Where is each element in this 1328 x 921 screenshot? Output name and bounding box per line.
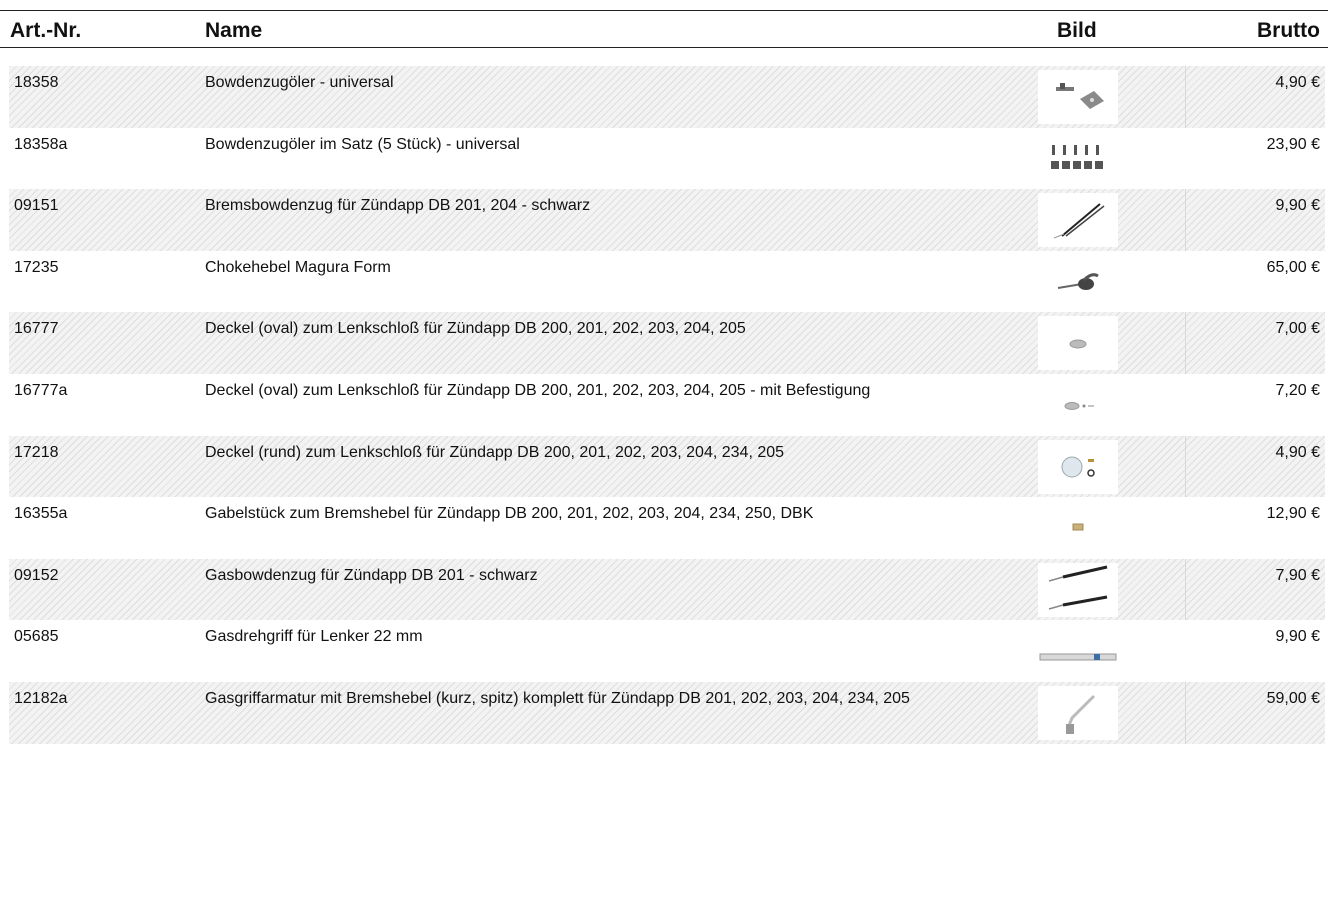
product-price: 4,90 € (1275, 443, 1320, 461)
product-price: 65,00 € (1266, 258, 1320, 276)
article-number: 16777 (14, 320, 59, 338)
product-name[interactable]: Deckel (oval) zum Lenkschloß für Zündapp… (205, 381, 965, 400)
product-name[interactable]: Gasgriffarmatur mit Bremshebel (kurz, sp… (205, 689, 965, 708)
price-list-page: Art.-Nr. Name Bild Brutto 18358 Bowdenzu… (0, 0, 1328, 921)
article-number: 16777a (14, 381, 68, 399)
product-price: 7,90 € (1275, 566, 1320, 584)
header-art-nr: Art.-Nr. (10, 19, 82, 42)
product-price: 12,90 € (1266, 505, 1320, 523)
table-row: 16777 Deckel (oval) zum Lenkschloß für Z… (9, 312, 1325, 374)
header-name: Name (205, 19, 263, 42)
table-row: 18358a Bowdenzugöler im Satz (5 Stück) -… (9, 128, 1325, 190)
product-price: 23,90 € (1266, 135, 1320, 153)
fork-piece-thumbnail[interactable] (1038, 501, 1118, 555)
article-number: 12182a (14, 689, 68, 707)
article-number: 17235 (14, 258, 59, 276)
cable-oiler-set-thumbnail[interactable] (1038, 132, 1118, 186)
choke-lever-thumbnail[interactable] (1038, 255, 1118, 309)
table-header: Art.-Nr. Name Bild Brutto (0, 10, 1328, 48)
product-name[interactable]: Deckel (rund) zum Lenkschloß für Zündapp… (205, 443, 965, 462)
table-row: 16777a Deckel (oval) zum Lenkschloß für … (9, 374, 1325, 436)
column-divider (1185, 558, 1186, 621)
column-divider (1185, 312, 1186, 374)
product-name[interactable]: Deckel (oval) zum Lenkschloß für Zündapp… (205, 319, 965, 338)
product-table: 18358 Bowdenzugöler - universal 4,90 € 1… (9, 66, 1325, 744)
table-row: 09151 Bremsbowdenzug für Zündapp DB 201,… (9, 189, 1325, 251)
article-number: 17218 (14, 443, 59, 461)
column-divider (1185, 189, 1186, 251)
oval-cover-with-fixing-thumbnail[interactable] (1038, 378, 1118, 432)
table-row: 17235 Chokehebel Magura Form 65,00 € (9, 251, 1325, 313)
product-name[interactable]: Gabelstück zum Bremshebel für Zündapp DB… (205, 504, 965, 523)
product-name[interactable]: Bowdenzugöler im Satz (5 Stück) - univer… (205, 135, 965, 154)
throttle-cable-thumbnail[interactable] (1038, 562, 1118, 617)
product-name[interactable]: Bowdenzugöler - universal (205, 73, 965, 92)
product-price: 7,00 € (1275, 320, 1320, 338)
product-name[interactable]: Gasdrehgriff für Lenker 22 mm (205, 627, 965, 646)
column-divider (1185, 66, 1186, 128)
column-divider (1185, 435, 1186, 498)
article-number: 09152 (14, 566, 59, 584)
product-name[interactable]: Gasbowdenzug für Zündapp DB 201 - schwar… (205, 566, 965, 585)
table-row: 17218 Deckel (rund) zum Lenkschloß für Z… (9, 435, 1325, 498)
product-price: 9,90 € (1275, 197, 1320, 215)
article-number: 16355a (14, 505, 68, 523)
product-price: 9,90 € (1275, 628, 1320, 646)
table-row: 05685 Gasdrehgriff für Lenker 22 mm 9,90… (9, 620, 1325, 682)
product-price: 7,20 € (1275, 381, 1320, 399)
article-number: 09151 (14, 197, 59, 215)
brake-cable-thumbnail[interactable] (1038, 193, 1118, 248)
product-price: 4,90 € (1275, 74, 1320, 91)
page-title-fragment (0, 0, 520, 10)
cable-oiler-thumbnail[interactable] (1038, 70, 1118, 124)
table-row: 18358 Bowdenzugöler - universal 4,90 € (9, 66, 1325, 128)
product-price: 59,00 € (1266, 689, 1320, 707)
table-row: 12182a Gasgriffarmatur mit Bremshebel (k… (9, 681, 1325, 744)
product-name[interactable]: Bremsbowdenzug für Zündapp DB 201, 204 -… (205, 196, 965, 215)
article-number: 18358a (14, 135, 68, 153)
column-divider (1185, 681, 1186, 744)
article-number: 18358 (14, 74, 59, 91)
article-number: 05685 (14, 628, 59, 646)
throttle-grip-thumbnail[interactable] (1038, 624, 1118, 678)
round-cover-thumbnail[interactable] (1038, 439, 1118, 494)
header-bild: Bild (1057, 19, 1097, 42)
throttle-brake-lever-assembly-thumbnail[interactable] (1038, 685, 1118, 740)
oval-cover-thumbnail[interactable] (1038, 316, 1118, 371)
table-row: 09152 Gasbowdenzug für Zündapp DB 201 - … (9, 558, 1325, 621)
table-row: 16355a Gabelstück zum Bremshebel für Zün… (9, 497, 1325, 559)
header-brutto: Brutto (1257, 19, 1320, 42)
product-name[interactable]: Chokehebel Magura Form (205, 258, 965, 277)
